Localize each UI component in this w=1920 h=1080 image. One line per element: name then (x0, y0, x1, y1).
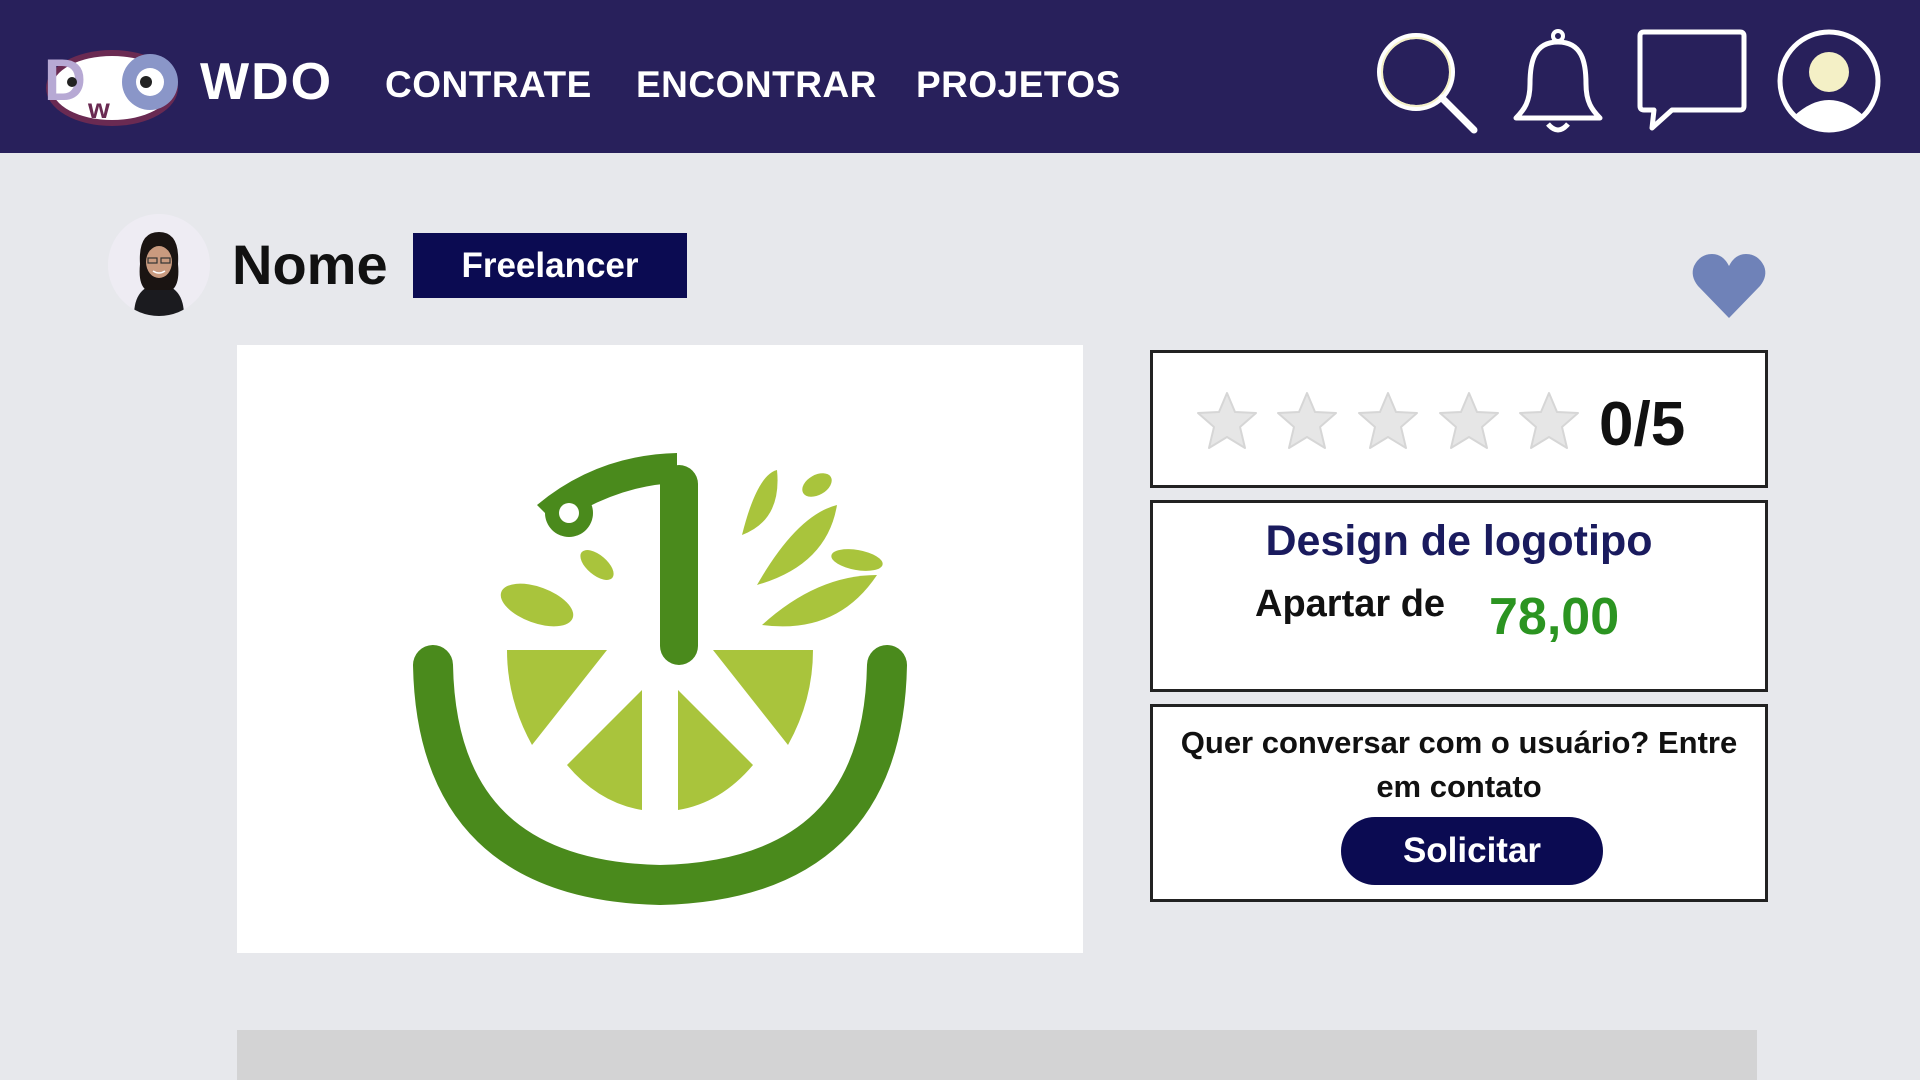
nav-contrate[interactable]: CONTRATE (385, 64, 592, 106)
price-label: Apartar de (1255, 583, 1446, 625)
brand-name: WDO (200, 53, 334, 111)
service-title: Design de logotipo (1265, 517, 1653, 565)
wdo-logo[interactable]: D w (40, 42, 190, 132)
star-icon[interactable] (1356, 389, 1420, 453)
profile-name: Nome (232, 233, 388, 296)
top-navigation-bar: D w WDO CONTRATE ENCONTRAR PROJETOS (0, 0, 1920, 153)
solicitar-button[interactable]: Solicitar (1341, 817, 1603, 885)
rating-score: 0/5 (1599, 390, 1686, 459)
nav-projetos[interactable]: PROJETOS (916, 64, 1121, 106)
search-icon[interactable] (1372, 28, 1482, 138)
bottom-content-strip (237, 1030, 1757, 1080)
svg-text:w: w (87, 93, 110, 124)
star-icon[interactable] (1437, 389, 1501, 453)
contact-prompt: Quer conversar com o usuário? Entre em c… (1180, 725, 1738, 804)
avatar[interactable] (108, 214, 210, 316)
role-badge: Freelancer (413, 233, 687, 298)
user-icon[interactable] (1776, 28, 1882, 134)
svg-text:D: D (44, 48, 86, 113)
chat-icon[interactable] (1636, 28, 1748, 134)
service-price-card: Design de logotipo Apartar de 78,00 (1150, 500, 1768, 692)
star-icon[interactable] (1195, 389, 1259, 453)
star-icon[interactable] (1275, 389, 1339, 453)
star-icon[interactable] (1517, 389, 1581, 453)
bell-icon[interactable] (1508, 28, 1608, 138)
favorite-heart-icon[interactable] (1690, 250, 1768, 320)
price-value: 78,00 (1489, 588, 1620, 646)
project-image (237, 345, 1083, 953)
rating-card: 0/5 (1150, 350, 1768, 488)
nav-encontrar[interactable]: ENCONTRAR (636, 64, 877, 106)
lime-juice-logo-image (413, 453, 907, 906)
contact-card: Quer conversar com o usuário? Entre em c… (1150, 704, 1768, 902)
